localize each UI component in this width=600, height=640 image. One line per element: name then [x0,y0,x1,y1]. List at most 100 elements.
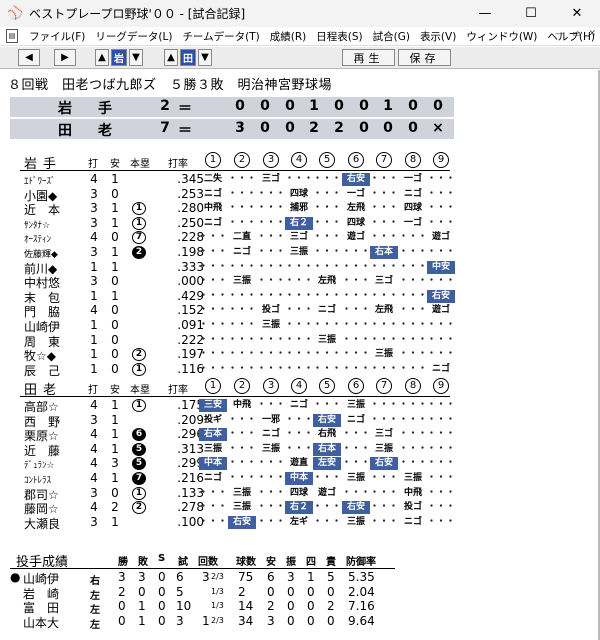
arrow-left-icon[interactable]: ◀ [18,49,40,66]
save-button[interactable]: 保存 [398,49,451,66]
batter-row[interactable]: ｴﾄﾞﾜｰｽﾞ41.345二失・・・・三ゴ・・・・・・・・右安・・・・一ゴ・・・… [20,172,460,187]
home-batting-section: 田老打安本塁打率123456789高部☆411.175三安中飛・・・・ニゴ・・・… [20,376,460,531]
batter-row[interactable]: 辰 己101.116・・・・・・・・・・・・・・・・・・・・・・・・・・・・・・… [20,362,460,378]
arrow-up-icon[interactable]: ▲ [95,49,109,66]
batter-row[interactable]: 西 野31.209投ギ・・・・一邪・・・・右安ニゴ・・・・・・・・・・・・ [20,412,460,429]
inning-empty: ・・・・ [313,174,341,184]
inning-empty: ・・・・ [228,414,256,425]
inning-empty: ・・・・ [427,443,455,454]
menu-file[interactable]: ファイル(F) [24,29,90,44]
batter-row[interactable]: ﾃﾞｭﾗﾝ☆435.299中本・・・・・・・・遊直左安・・・・右安・・・・・・・… [20,456,460,471]
inning-score: 0 [260,120,270,136]
minimize-button[interactable]: — [462,0,508,27]
arrow-right-icon[interactable]: ▶ [54,49,76,66]
inning-empty: ・・・・ [342,290,370,301]
batter-hits: 1 [111,288,119,303]
inning-empty: ・・・・ [399,443,427,454]
menu-league-data[interactable]: リーグデータ(L) [90,29,177,44]
at-bat-result: 三振 [346,472,365,483]
pitcher-name: 山本大 [23,615,60,630]
inning-empty: ・・・・ [285,261,313,272]
inning-empty: ・・・・ [370,363,398,374]
inning-empty: ・・・・ [257,217,285,228]
toolbar: ◀ ▶ ▲ 岩 ▼ ▲ 田 ▼ 再生 保存 [0,47,600,69]
batter-row[interactable]: 郡司☆301.133・・・・三振・・・・四球遊ゴ・・・・・・・・中飛・・・・ [20,485,460,502]
batter-row[interactable]: 末 包11.429・・・・・・・・・・・・・・・・・・・・・・・・・・・・・・・… [20,288,460,305]
batter-hits: 0 [111,230,119,245]
batter-row[interactable]: 大瀬良31.100・・・・右安・・・・左ギ・・・・三振・・・・ニゴ・・・・ [20,515,460,531]
inning-empty: ・・・・ [199,516,227,527]
batter-row[interactable]: ｵｰｽﾃｨﾝ407.228・・・・二直・・・・三ゴ・・・・遊ゴ・・・・・・・・遊… [20,230,460,245]
menu-team-data[interactable]: チームデータ(T) [177,29,264,44]
batter-row[interactable]: 中村悠30.000・・・・三振・・・・・・・・左飛・・・・三ゴ・・・・・・・・ [20,274,460,290]
inning-empty: ・・・・ [228,429,256,440]
mdi-close-button[interactable]: ✕ [588,29,596,39]
away-team-button[interactable]: 岩 [111,49,127,66]
batter-row[interactable]: ｺﾝﾄﾚﾗｽ417.216ニゴ・・・・・・・・中本・・・・三振・・・・三振・・・… [20,471,460,486]
at-bat-result: 中安 [427,260,455,274]
pitch-count: 14 [238,599,254,614]
inning-empty: ・・・・ [228,290,256,301]
inning-header: 7 [376,152,392,168]
batter-row[interactable]: ｻﾝﾀﾅ☆311.250ニゴ・・・・・・・・右２・・・・四球・・・・一ゴ・・・・ [20,216,460,231]
at-bat-result: 三ゴ [289,232,308,243]
pitcher-hits: 2 [267,599,275,614]
menu-records[interactable]: 成績(R) [265,29,312,44]
inning-score: × [432,120,444,136]
pitcher-row[interactable]: 富 田左 0 1 0 10 1/3 14 2 0 0 2 7.16 [10,599,460,616]
header-hr: 本塁 [130,385,150,396]
play-button[interactable]: 再生 [342,49,395,66]
document-icon[interactable]: ▤ [6,29,19,43]
innings-fraction: 2/3 [211,615,224,625]
batter-row[interactable]: 高部☆411.175三安中飛・・・・ニゴ・・・・三振・・・・・・・・・・・・ [20,398,460,414]
pitcher-earned-runs: 0 [327,584,335,599]
inning-empty: ・・・・ [427,203,455,214]
inning-empty: ・・・・ [313,502,341,513]
batter-row[interactable]: 牧☆◆102.197・・・・・・・・・・・・・・・・・・・・・・・・三振・・・・… [20,347,460,363]
arrow-up-home-icon[interactable]: ▲ [164,49,178,66]
arrow-down-home-icon[interactable]: ▼ [198,49,212,66]
pitcher-row[interactable]: 山本大左 0 1 0 3 1 2/3 34 3 0 0 0 9.64 [10,614,460,631]
menu-game[interactable]: 試合(G) [368,29,415,44]
home-team-button[interactable]: 田 [180,49,196,66]
inning-empty: ・・・・ [313,516,341,527]
menu-window[interactable]: ウィンドウ(W) [461,29,542,44]
batter-home-runs: 2 [132,348,146,362]
batter-row[interactable]: 山崎伊10.091・・・・・・・・三振・・・・・・・・・・・・・・・・・・・・・… [20,318,460,334]
batter-row[interactable]: 小園◆30.253ニゴ・・・・・・・・四球・・・・一ゴ・・・・ニゴ・・・・ [20,187,460,203]
close-button[interactable]: ✕ [554,0,600,27]
pitcher-row[interactable]: ● 山崎伊右 3 3 0 6 3 2/3 75 6 3 1 5 5.35 [10,570,460,587]
at-bat-result: 左ギ [289,516,308,527]
batter-row[interactable]: 周 東10.222・・・・・・・・・・・・・・・・三振・・・・・・・・・・・・・… [20,332,460,349]
inning-empty: ・・・・ [257,400,285,410]
batter-hits: 1 [111,412,119,427]
batter-row[interactable]: 栗原☆416.296右本・・・・ニゴ・・・・右飛・・・・三ゴ・・・・・・・・ [20,427,460,443]
batter-row[interactable]: 前川◆11.333・・・・・・・・・・・・・・・・・・・・・・・・・・・・・・・… [20,260,460,276]
header-pitches: 球数 [236,557,256,568]
inning-score: 0 [408,98,418,114]
inning-empty: ・・・・ [313,188,341,199]
batter-row[interactable]: 近 本311.280中飛・・・・・・・・捕邪・・・・左飛・・・・四球・・・・ [20,201,460,217]
menu-view[interactable]: 表示(V) [415,29,461,44]
batter-home-runs: 2 [132,501,146,515]
batter-average: .133 [177,485,204,500]
innings-whole: 3 [202,570,210,584]
batter-row[interactable]: 門 脇40.152・・・・・・・・投ゴ・・・・ニゴ・・・・左飛・・・・遊ゴ [20,303,460,319]
maximize-button[interactable]: ☐ [508,0,554,27]
batter-average: .222 [177,332,204,347]
batter-row[interactable]: 佐藤輝◆312.198・・・・ニゴ・・・・三振・・・・・・・・右本・・・・・・・… [20,245,460,260]
at-bat-result: 投ゴ [261,305,280,316]
header-era: 防御率 [346,557,376,568]
batter-row[interactable]: 藤岡☆422.278・・・・三振・・・・右２・・・・右安・・・・投ゴ・・・・ [20,500,460,516]
at-bat-result: ニゴ [317,305,336,316]
arrow-down-icon[interactable]: ▼ [129,49,143,66]
inning-empty: ・・・・ [257,246,285,257]
pitcher-row[interactable]: 岩 崎左 2 0 0 5 1/3 2 0 0 0 0 2.04 [10,584,460,602]
at-bat-result: 右安 [342,501,370,515]
mdi-restore-button[interactable]: ▭ [572,29,581,39]
at-bat-result: 四球 [346,217,365,228]
menu-schedule[interactable]: 日程表(S) [311,29,367,44]
batter-row[interactable]: 近 藤415.313三振・・・・三振・・・・右本・・・・三振・・・・・・・・ [20,442,460,458]
pitcher-games: 6 [176,570,184,584]
mdi-minimize-button[interactable]: — [555,29,564,39]
